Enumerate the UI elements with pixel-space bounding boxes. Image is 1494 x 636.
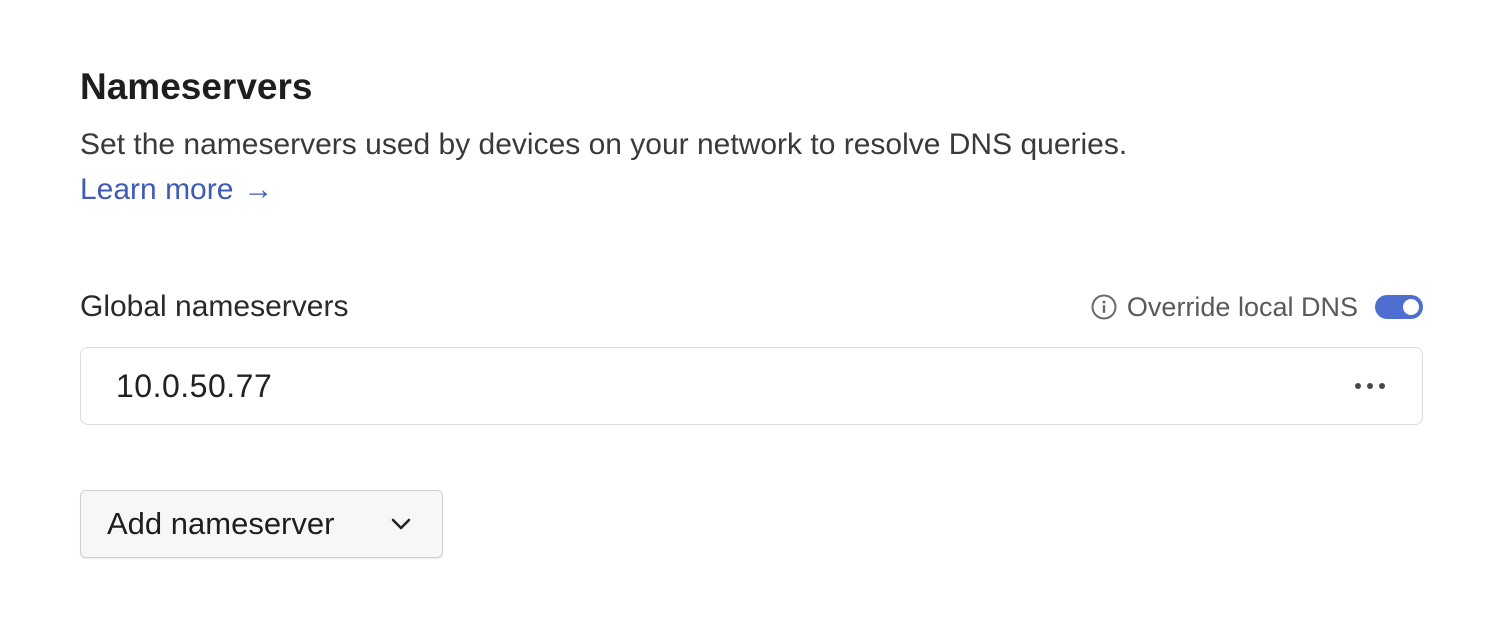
toggle-knob <box>1403 299 1419 315</box>
override-local-dns-label: Override local DNS <box>1126 291 1358 322</box>
arrow-right-icon: → <box>243 173 274 206</box>
chevron-down-icon <box>390 516 412 532</box>
section-title: Nameservers <box>80 66 313 107</box>
add-nameserver-label: Add nameserver <box>107 506 335 541</box>
nameserver-row: 10.0.50.77 <box>80 347 1423 425</box>
info-circle-icon[interactable] <box>1091 294 1117 320</box>
more-horizontal-icon[interactable] <box>1352 373 1388 399</box>
section-description: Set the nameservers used by devices on y… <box>80 128 1128 161</box>
nameserver-address: 10.0.50.77 <box>116 368 273 404</box>
override-local-dns-toggle[interactable] <box>1375 295 1423 319</box>
global-nameservers-label: Global nameservers <box>80 290 349 323</box>
nameservers-section: Nameservers Set the nameservers used by … <box>80 0 1423 636</box>
override-local-dns: Override local DNS <box>1091 286 1423 328</box>
add-nameserver-button[interactable]: Add nameserver <box>80 490 443 558</box>
learn-more-link[interactable]: Learn more → <box>80 169 273 211</box>
learn-more-label: Learn more <box>80 173 234 206</box>
